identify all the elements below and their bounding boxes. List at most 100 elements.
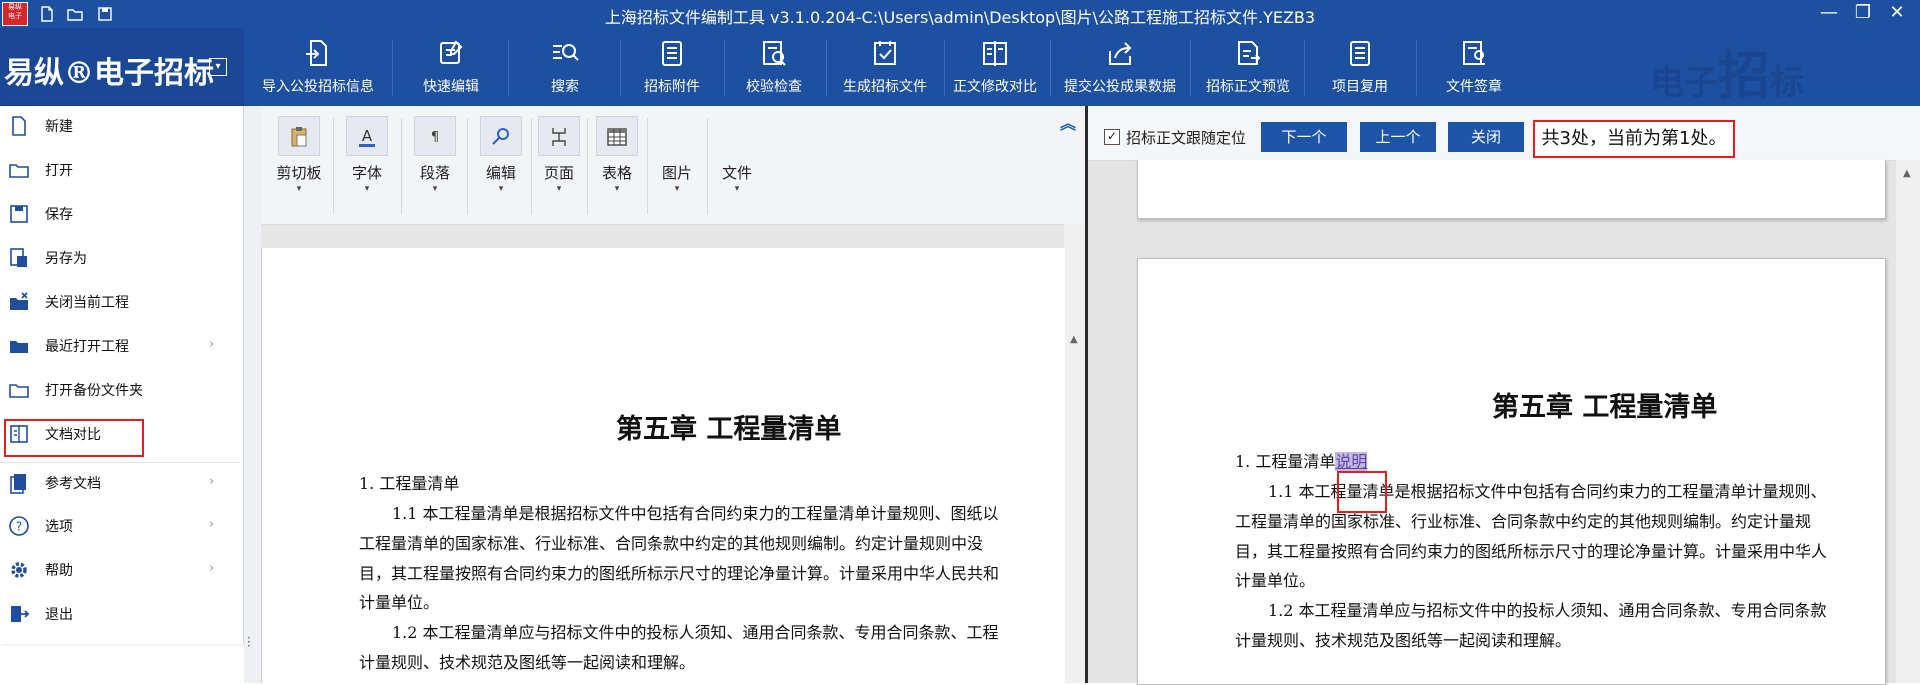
ribbon-separator [620,40,621,96]
toolbar-group-label: 编辑 [485,164,516,182]
menu-item-help[interactable]: 帮助 › [0,550,240,590]
follow-location-checkbox[interactable]: ✓ [1104,129,1120,145]
toolbar-group-clipboard[interactable]: 剪切板 ▾ [273,116,325,194]
highlight-box-match [1337,471,1387,513]
ribbon-button-reuse[interactable]: 项目复用 [1318,28,1402,106]
toolbar-group-page[interactable]: 页面 ▾ [533,116,585,194]
menu-item-save-as[interactable]: 另存为 [0,238,240,278]
find-bar: ✓ 招标正文跟随定位 下一个 上一个 关闭 共3处，当前为第1处。 [1088,106,1920,161]
chevron-down-icon[interactable]: ▾ [209,58,227,76]
ribbon-separator [1416,40,1417,96]
toolbar-group-table[interactable]: 表格 ▾ [591,116,643,194]
page-icon [552,128,566,146]
compare-icon [983,41,1007,66]
chevron-right-icon: › [209,517,215,532]
ribbon-button-generate[interactable]: 生成招标文件 [832,28,938,106]
toolbar-separator [401,118,402,214]
toolbar-separator [647,118,648,214]
left-splitter[interactable]: · · · [244,106,261,683]
menu-item-label: 选项 [45,519,73,535]
close-icon[interactable]: ✕ [1874,0,1920,28]
toolbar-group-edit[interactable]: 编辑 ▾ [475,116,527,194]
dropdown-arrow-icon: ▾ [556,184,562,194]
exit-icon [11,606,30,622]
previous-button[interactable]: 上一个 [1360,122,1436,152]
menu-item-label: 打开 [45,163,73,179]
toolbar-group-label: 剪切板 [276,164,322,182]
toolbar-group-label: 图片 [661,164,692,182]
collapse-toolbar-icon[interactable]: ︽ [1060,110,1076,134]
ribbon-button-seal[interactable]: 文件签章 [1428,28,1520,106]
close-find-button[interactable]: 关闭 [1448,122,1524,152]
ribbon-separator [1050,40,1051,96]
backup-folder-icon [9,384,29,398]
ribbon-separator [508,40,509,96]
ribbon-button-attachment[interactable]: 招标附件 [628,28,716,106]
menu-item-new[interactable]: 新建 [0,106,240,146]
save-as-icon [10,248,27,267]
menu-item-exit[interactable]: 退出 [0,594,240,634]
dropdown-arrow-icon: ▾ [364,184,370,194]
menu-item-label: 帮助 [45,563,73,579]
ribbon-button-label: 项目复用 [1332,79,1388,95]
scroll-up-arrow-icon[interactable]: ▲ [1070,334,1078,345]
previous-page-bottom [1137,160,1886,219]
left-vertical-scrollbar[interactable]: ▲ [1064,224,1085,683]
ribbon-button-label: 生成招标文件 [843,79,927,95]
ribbon-button-label: 正文修改对比 [953,79,1037,95]
ribbon-separator [392,40,393,96]
preview-icon [1238,41,1261,65]
ribbon-button-compare[interactable]: 正文修改对比 [946,28,1044,106]
menu-item-open[interactable]: 打开 [0,150,240,190]
ribbon-button-check[interactable]: 校验检查 [730,28,818,106]
check-doc-icon [763,41,786,66]
toolbar-group-picture[interactable]: 图片 ▾ [651,156,703,194]
toolbar-group-font[interactable]: A 字体 ▾ [341,116,393,194]
brand-area[interactable]: 易纵®电子招标 ▾ [0,28,244,106]
left-document-pane: 剪切板 ▾ A 字体 ▾ ¶ 段落 ▾ 编辑 ▾ 页面 ▾ 表格 ▾ 图片 ▾ … [261,106,1085,683]
window-title: 上海招标文件编制工具 v3.1.0.204-C:\Users\admin\Des… [604,8,1316,27]
right-vertical-scrollbar[interactable]: ▲ [1896,160,1920,683]
ribbon-button-label: 文件签章 [1446,79,1502,95]
toolbar-group-label: 表格 [601,164,632,182]
toolbar-group-file[interactable]: 文件 ▾ [711,156,763,194]
doc-line: 计量规则、技术规范及图纸等一起阅读和理解。 [359,653,696,672]
doc-line: 目，其工程量按照有合同约束力的图纸所标示尺寸的理论净量计算。计量采用中华人民共和 [359,564,1000,583]
ribbon-button-label: 招标正文预览 [1206,79,1290,95]
doc-line: 目，其工程量按照有合同约束力的图纸所标示尺寸的理论净量计算。计量采用中华人 [1235,542,1828,561]
menu-item-reference-docs[interactable]: 参考文档 › [0,462,240,503]
menu-item-label: 新建 [45,119,73,135]
close-folder-icon [10,292,28,310]
import-icon [306,40,327,66]
menu-item-options[interactable]: ? 选项 › [0,506,240,546]
search-list-icon [553,44,579,61]
ribbon-button-label: 快速编辑 [423,79,479,95]
left-document-page: 第五章 工程量清单 1. 工程量清单 1.1 本工程量清单是根据招标文件中包括有… [261,248,1065,683]
splitter-grip-icon[interactable]: · · · [247,632,251,652]
svg-text:¶: ¶ [431,130,439,145]
menu-item-save[interactable]: 保存 [0,194,240,234]
scroll-up-arrow-icon[interactable]: ▲ [1903,168,1911,179]
right-document-page: 第五章 工程量清单 1. 工程量清单说明 1.1 本工程量清单是根据招标文件中包… [1137,258,1886,685]
open-folder-icon [9,164,29,178]
menu-item-backup-folder[interactable]: 打开备份文件夹 [0,370,240,410]
ribbon-separator [1190,40,1191,96]
menu-item-recent[interactable]: 最近打开工程 › [0,326,240,366]
svg-text:A: A [362,127,373,145]
next-button[interactable]: 下一个 [1261,122,1347,152]
ribbon-button-search[interactable]: 搜索 [518,28,612,106]
title-bar: 易纵 电子 上海招标文件编制工具 v3.1.0.204-C:\Users\admi… [0,0,1920,28]
watermark-text: 标 [1770,63,1805,103]
ribbon-button-import[interactable]: 导入公投招标信息 [252,28,384,106]
question-icon: ? [9,516,29,536]
ribbon-button-label: 提交公投成果数据 [1064,79,1176,95]
watermark-text: 电子 [1650,63,1718,103]
toolbar-group-label: 字体 [351,164,382,182]
ribbon-button-quick-edit[interactable]: 快速编辑 [402,28,500,106]
ribbon-separator [1304,40,1305,96]
toolbar-group-paragraph[interactable]: ¶ 段落 ▾ [409,116,461,194]
find-icon [492,128,509,145]
ribbon-button-preview[interactable]: 招标正文预览 [1196,28,1300,106]
ribbon-button-submit[interactable]: 提交公投成果数据 [1056,28,1184,106]
menu-item-close-project[interactable]: 关闭当前工程 [0,282,240,322]
